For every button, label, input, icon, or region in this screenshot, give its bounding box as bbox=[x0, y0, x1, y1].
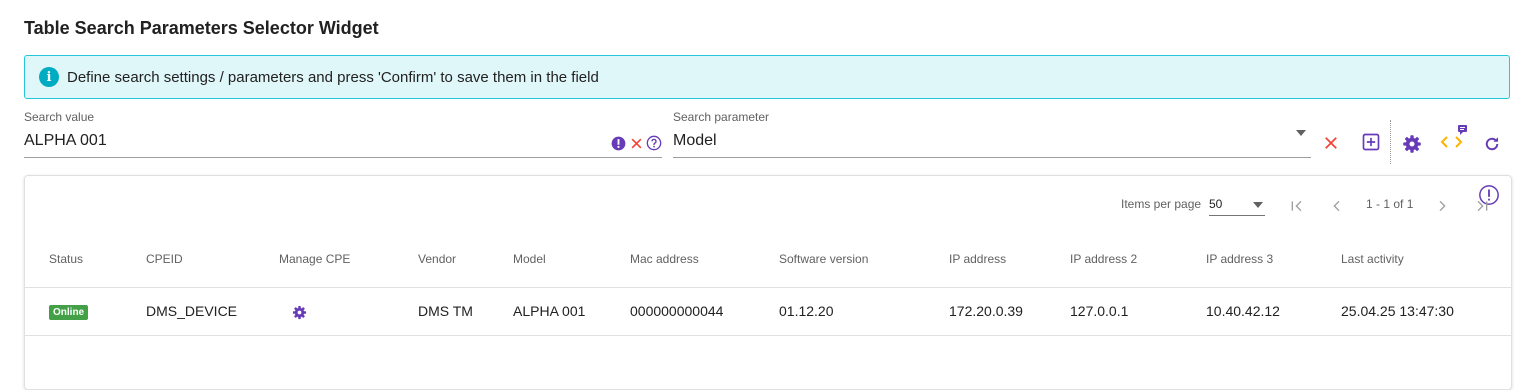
column-header-last-activity[interactable]: Last activity bbox=[1341, 252, 1404, 266]
cell-mac-address: 000000000044 bbox=[630, 303, 724, 319]
cell-software-version: 01.12.20 bbox=[779, 303, 834, 319]
search-parameter-underline bbox=[673, 157, 1311, 158]
help-icon[interactable] bbox=[645, 134, 663, 152]
column-header-ip-address[interactable]: IP address bbox=[949, 252, 1006, 266]
row-divider bbox=[25, 335, 1511, 336]
code-comment-icon[interactable] bbox=[1439, 124, 1469, 154]
cell-vendor: DMS TM bbox=[418, 303, 473, 319]
last-page-icon[interactable] bbox=[1472, 196, 1492, 216]
page-title: Table Search Parameters Selector Widget bbox=[24, 18, 379, 38]
gear-icon[interactable] bbox=[291, 304, 308, 321]
header-divider bbox=[25, 287, 1511, 288]
cell-model: ALPHA 001 bbox=[513, 303, 586, 319]
search-value-input[interactable]: ALPHA 001 bbox=[24, 132, 107, 150]
column-header-software-version[interactable]: Software version bbox=[779, 252, 868, 266]
search-value-underline bbox=[24, 157, 662, 158]
clear-icon[interactable] bbox=[1322, 134, 1340, 152]
search-parameter-label: Search parameter bbox=[673, 110, 770, 124]
toolbar-divider bbox=[1390, 120, 1391, 164]
search-parameter-select[interactable]: Model bbox=[673, 132, 717, 150]
column-header-ip-address-3[interactable]: IP address 3 bbox=[1206, 252, 1273, 266]
next-page-icon[interactable] bbox=[1432, 196, 1452, 216]
page-size-chevron-icon bbox=[1253, 202, 1263, 208]
column-header-mac-address[interactable]: Mac address bbox=[630, 252, 699, 266]
column-header-vendor[interactable]: Vendor bbox=[418, 252, 456, 266]
search-value-label: Search value bbox=[24, 110, 95, 124]
column-header-manage-cpe[interactable]: Manage CPE bbox=[279, 252, 350, 266]
cell-last-activity: 25.04.25 13:47:30 bbox=[1341, 303, 1454, 319]
info-icon: i bbox=[39, 67, 59, 87]
items-per-page-select[interactable]: 50 bbox=[1209, 197, 1265, 216]
first-page-icon[interactable] bbox=[1287, 196, 1307, 216]
cell-ip-address: 172.20.0.39 bbox=[949, 303, 1023, 319]
clear-value-icon[interactable] bbox=[628, 135, 644, 151]
column-header-cpeid[interactable]: CPEID bbox=[146, 252, 183, 266]
error-icon bbox=[610, 135, 626, 151]
cell-ip-address-2: 127.0.0.1 bbox=[1070, 303, 1129, 319]
cell-cpeid: DMS_DEVICE bbox=[146, 303, 238, 319]
status-badge: Online bbox=[49, 305, 89, 320]
page-range-label: 1 - 1 of 1 bbox=[1366, 197, 1414, 211]
settings-gear-icon[interactable] bbox=[1401, 133, 1423, 155]
info-banner-text: Define search settings / parameters and … bbox=[67, 68, 599, 86]
add-box-icon[interactable] bbox=[1360, 131, 1382, 153]
previous-page-icon[interactable] bbox=[1327, 196, 1347, 216]
column-header-ip-address-2[interactable]: IP address 2 bbox=[1070, 252, 1137, 266]
refresh-icon[interactable] bbox=[1481, 133, 1503, 155]
chevron-down-icon[interactable] bbox=[1294, 128, 1308, 138]
column-header-model[interactable]: Model bbox=[513, 252, 546, 266]
cell-ip-address-3: 10.40.42.12 bbox=[1206, 303, 1280, 319]
column-header-status[interactable]: Status bbox=[49, 252, 83, 266]
info-banner: i Define search settings / parameters an… bbox=[24, 55, 1510, 99]
items-per-page-label: Items per page bbox=[1121, 197, 1202, 211]
page-size-value: 50 bbox=[1209, 197, 1223, 211]
